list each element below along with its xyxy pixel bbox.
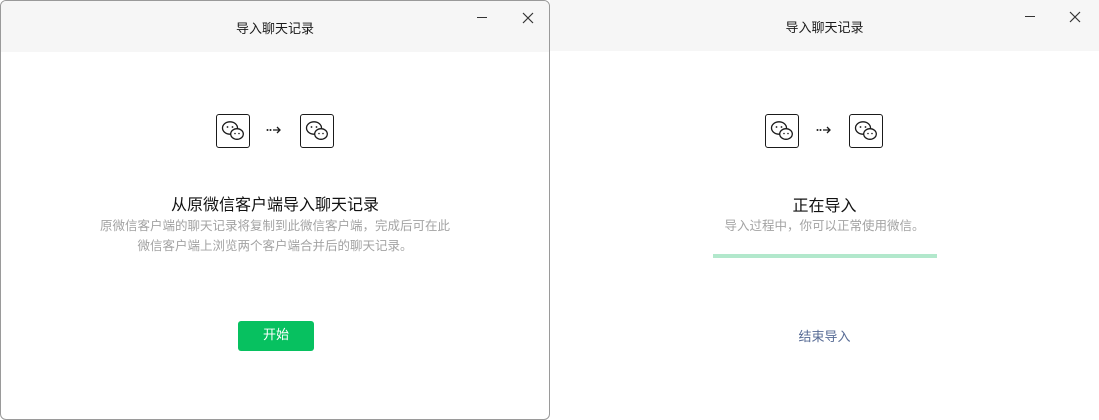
minimize-button[interactable] <box>467 7 497 29</box>
end-import-link[interactable]: 结束导入 <box>550 326 1099 345</box>
minimize-button[interactable] <box>1015 6 1045 28</box>
start-button[interactable]: 开始 <box>238 321 314 351</box>
transfer-illustration <box>216 114 336 152</box>
title-bar: 导入聊天记录 <box>550 0 1099 51</box>
description-line: 微信客户端上浏览两个客户端合并后的聊天记录。 <box>137 238 413 253</box>
close-button[interactable] <box>1060 6 1090 28</box>
page-heading: 正在导入 <box>792 196 857 215</box>
source-wechat-icon <box>765 114 799 148</box>
progress-bar <box>713 254 937 258</box>
description-line: 原微信客户端的聊天记录将复制到此微信客户端，完成后可在此 <box>99 218 450 233</box>
source-wechat-icon <box>216 114 250 148</box>
description: 导入过程中，你可以正常使用微信。 <box>724 218 925 233</box>
import-window-progress: 导入聊天记录 正在导入 导入过程中，你可以正常使用微信。 结束导入 <box>550 0 1099 420</box>
transfer-illustration <box>765 114 885 152</box>
target-wechat-icon <box>849 114 883 148</box>
title-bar: 导入聊天记录 <box>1 1 549 52</box>
close-icon <box>522 12 534 24</box>
import-window-start: 导入聊天记录 从原微信客户端导入聊天记录 原微信客户端的聊天记录将复制到此微信客… <box>0 0 550 420</box>
close-icon <box>1069 11 1081 23</box>
target-wechat-icon <box>300 114 334 148</box>
close-button[interactable] <box>513 7 543 29</box>
description: 原微信客户端的聊天记录将复制到此微信客户端，完成后可在此 微信客户端上浏览两个客… <box>41 216 509 256</box>
page-heading: 从原微信客户端导入聊天记录 <box>170 195 379 214</box>
